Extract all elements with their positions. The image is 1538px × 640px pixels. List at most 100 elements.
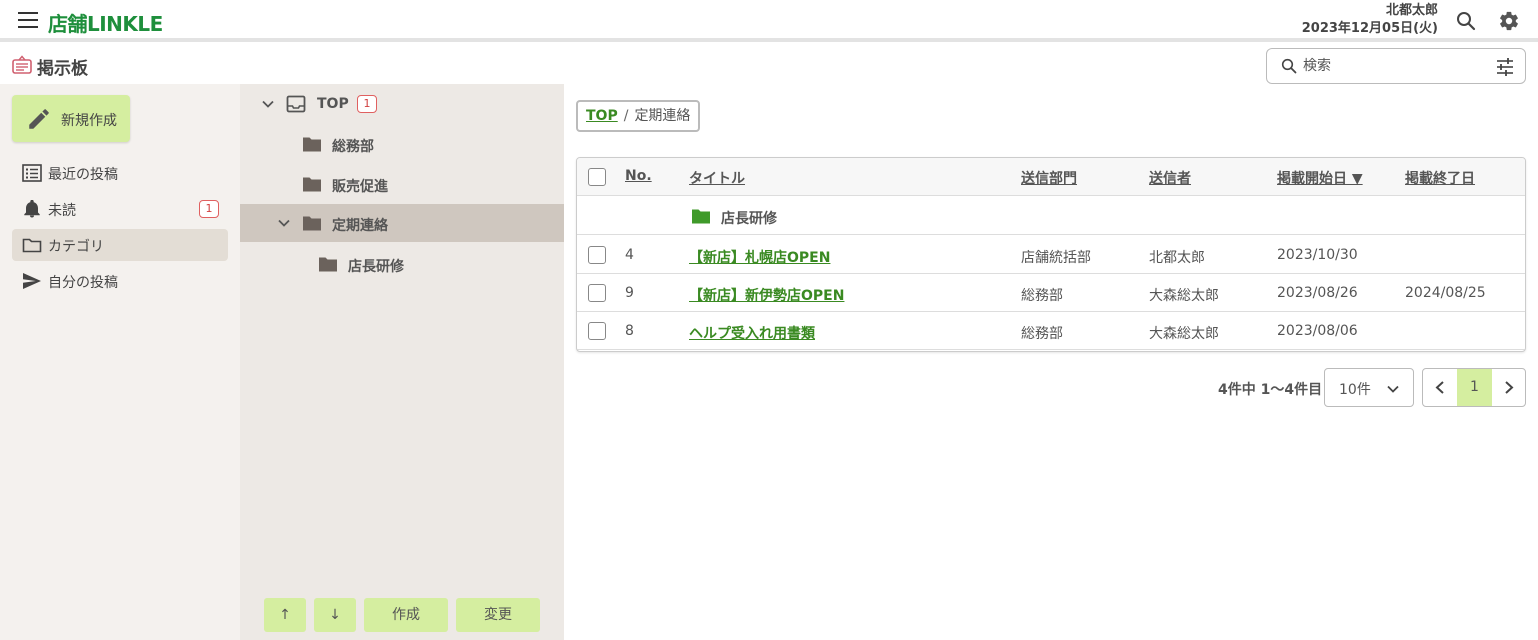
list-icon xyxy=(22,164,42,182)
row-sender: 大森総太郎 xyxy=(1149,288,1219,304)
table-row: 4 【新店】札幌店OPEN 店舗統括部 北都太郎 2023/10/30 xyxy=(577,236,1525,274)
sidebar: 新規作成 最近の投稿 未読 1 カテゴリ 自分の投稿 xyxy=(0,84,240,640)
tree-node-label: 販売促進 xyxy=(332,179,388,195)
change-category-button[interactable]: 変更 xyxy=(456,598,540,632)
row-sender: 大森総太郎 xyxy=(1149,326,1219,342)
sidebar-item-unread[interactable]: 未読 1 xyxy=(12,193,228,225)
per-page-value: 10件 xyxy=(1339,382,1371,398)
new-post-button[interactable]: 新規作成 xyxy=(12,95,130,142)
main-content: TOP / 定期連絡 No. タイトル 送信部門 送信者 掲載開始日 ▼ 掲載終了日… xyxy=(564,84,1538,640)
per-page-select[interactable]: 10件 xyxy=(1324,368,1414,407)
column-title[interactable]: タイトル xyxy=(689,168,745,188)
chevron-down-icon[interactable] xyxy=(262,98,274,110)
folder-outline-icon xyxy=(22,238,42,253)
row-dept: 総務部 xyxy=(1021,326,1063,342)
column-end-date[interactable]: 掲載終了日 xyxy=(1405,168,1475,188)
row-checkbox[interactable] xyxy=(588,284,606,302)
sidebar-item-recent[interactable]: 最近の投稿 xyxy=(12,157,228,189)
new-post-label: 新規作成 xyxy=(61,113,117,129)
column-sender[interactable]: 送信者 xyxy=(1149,168,1191,188)
move-down-button[interactable]: ↓ xyxy=(314,598,356,632)
category-tree: TOP 1 総務部 販売促進 定期連絡 店長研修 ↑ ↓ 作成 変更 xyxy=(240,84,564,640)
sidebar-item-category[interactable]: カテゴリ xyxy=(12,229,228,261)
bell-icon xyxy=(24,200,40,218)
subfolder-row[interactable]: 店長研修 xyxy=(577,197,1525,235)
row-checkbox[interactable] xyxy=(588,246,606,264)
tree-node-label: 定期連絡 xyxy=(332,218,388,234)
subfolder-label[interactable]: 店長研修 xyxy=(721,208,777,228)
inbox-icon xyxy=(286,95,306,113)
folder-icon xyxy=(319,257,337,272)
sidebar-item-my-posts[interactable]: 自分の投稿 xyxy=(12,265,228,297)
page-title: 掲示板 xyxy=(37,59,88,79)
row-title-link[interactable]: ヘルプ受入れ用書類 xyxy=(689,323,815,343)
tree-node-label: 総務部 xyxy=(332,139,374,155)
unread-count-badge: 1 xyxy=(199,200,219,218)
chevron-down-icon[interactable] xyxy=(278,217,290,229)
page-title-bar: 掲示板 xyxy=(0,46,1538,84)
page-number-current[interactable]: 1 xyxy=(1457,369,1492,406)
pagination: 1 xyxy=(1422,368,1526,407)
column-dept[interactable]: 送信部門 xyxy=(1021,168,1077,188)
pencil-icon xyxy=(29,109,49,129)
sidebar-item-label: 最近の投稿 xyxy=(48,167,118,183)
gear-icon[interactable] xyxy=(1498,10,1520,32)
top-unread-badge: 1 xyxy=(357,95,377,113)
breadcrumb: TOP / 定期連絡 xyxy=(576,100,701,132)
user-info: 北都太郎 2023年12月05日(火) xyxy=(1302,2,1438,38)
table-row: 9 【新店】新伊勢店OPEN 総務部 大森総太郎 2023/08/26 2024… xyxy=(577,274,1525,312)
breadcrumb-top-link[interactable]: TOP xyxy=(586,108,618,124)
row-no: 9 xyxy=(625,285,634,301)
chevron-left-icon[interactable] xyxy=(1423,369,1457,406)
bulletin-board-icon xyxy=(12,55,32,74)
tree-node-label: TOP xyxy=(317,96,349,112)
row-no: 4 xyxy=(625,247,634,263)
tree-node-regular-contact[interactable]: 定期連絡 xyxy=(240,204,564,242)
chevron-down-icon xyxy=(1387,385,1399,393)
row-checkbox[interactable] xyxy=(588,322,606,340)
result-count: 4件中 1〜4件目 xyxy=(1218,382,1323,398)
tree-node-sales-promotion[interactable]: 販売促進 xyxy=(240,165,564,203)
tree-node-top[interactable]: TOP 1 xyxy=(240,85,564,123)
sidebar-item-label: 未読 xyxy=(48,203,76,219)
table-header: No. タイトル 送信部門 送信者 掲載開始日 ▼ 掲載終了日 xyxy=(577,158,1525,196)
current-date: 2023年12月05日(火) xyxy=(1301,21,1438,36)
search-box xyxy=(1266,48,1526,84)
tree-node-label: 店長研修 xyxy=(348,259,404,275)
folder-icon xyxy=(303,216,321,231)
select-all-checkbox[interactable] xyxy=(588,168,606,186)
create-category-button[interactable]: 作成 xyxy=(364,598,448,632)
column-no[interactable]: No. xyxy=(625,168,652,184)
table-row: 8 ヘルプ受入れ用書類 総務部 大森総太郎 2023/08/06 xyxy=(577,312,1525,350)
chevron-right-icon[interactable] xyxy=(1492,369,1526,406)
filter-icon[interactable] xyxy=(1495,57,1515,77)
breadcrumb-separator: / xyxy=(623,108,629,124)
row-sender: 北都太郎 xyxy=(1149,250,1205,266)
row-start-date: 2023/08/06 xyxy=(1277,323,1358,339)
sidebar-item-label: カテゴリ xyxy=(48,239,104,255)
send-icon xyxy=(23,273,41,289)
posts-table: No. タイトル 送信部門 送信者 掲載開始日 ▼ 掲載終了日 店長研修 4 【… xyxy=(576,157,1526,352)
row-dept: 総務部 xyxy=(1021,288,1063,304)
row-start-date: 2023/10/30 xyxy=(1277,247,1358,263)
app-logo[interactable]: 店舗LINKLE xyxy=(48,8,163,37)
menu-icon[interactable] xyxy=(18,12,38,28)
sidebar-item-label: 自分の投稿 xyxy=(48,275,118,291)
folder-icon xyxy=(303,137,321,152)
row-title-link[interactable]: 【新店】札幌店OPEN xyxy=(689,247,830,267)
row-dept: 店舗統括部 xyxy=(1021,250,1091,266)
row-title-link[interactable]: 【新店】新伊勢店OPEN xyxy=(689,285,844,305)
folder-icon xyxy=(303,177,321,192)
folder-icon xyxy=(692,209,710,224)
move-up-button[interactable]: ↑ xyxy=(264,598,306,632)
search-icon xyxy=(1281,58,1297,74)
row-no: 8 xyxy=(625,323,634,339)
tree-node-general-affairs[interactable]: 総務部 xyxy=(240,125,564,163)
breadcrumb-current: 定期連絡 xyxy=(634,108,691,124)
search-input[interactable] xyxy=(1303,56,1483,76)
top-bar: 店舗LINKLE 北都太郎 2023年12月05日(火) xyxy=(0,0,1538,42)
tree-node-manager-training[interactable]: 店長研修 xyxy=(240,245,564,283)
row-start-date: 2023/08/26 xyxy=(1277,285,1358,301)
search-icon[interactable] xyxy=(1456,11,1476,31)
column-start-date[interactable]: 掲載開始日 ▼ xyxy=(1277,168,1363,188)
